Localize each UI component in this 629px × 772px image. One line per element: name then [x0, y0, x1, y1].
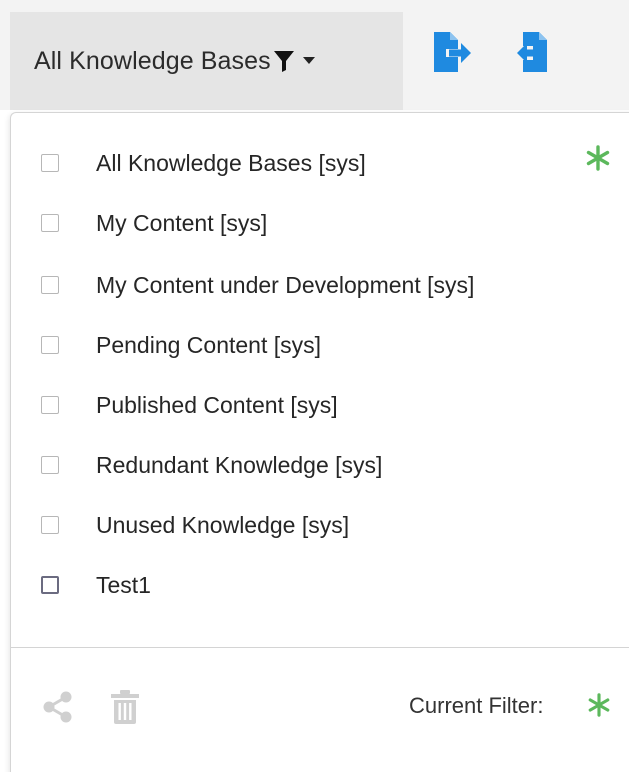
file-export-icon[interactable]	[432, 30, 472, 74]
filter-checkbox[interactable]	[41, 456, 59, 474]
filter-checkbox[interactable]	[41, 276, 59, 294]
filter-option-label: All Knowledge Bases [sys]	[96, 150, 366, 176]
filter-option-test1[interactable]: Test1	[11, 563, 621, 609]
filter-checkbox[interactable]	[41, 396, 59, 414]
filter-option-label: Unused Knowledge [sys]	[96, 512, 350, 538]
chevron-down-icon	[302, 57, 315, 64]
filter-option-my-content[interactable]: My Content [sys]	[11, 201, 621, 247]
asterisk-icon	[586, 145, 610, 171]
filter-option-redundant-knowledge[interactable]: Redundant Knowledge [sys]	[11, 443, 621, 489]
filter-option-my-content-under-development[interactable]: My Content under Development [sys]	[11, 263, 621, 309]
filter-option-label: Test1	[96, 572, 151, 598]
trash-icon[interactable]	[109, 689, 141, 725]
filter-option-unused-knowledge[interactable]: Unused Knowledge [sys]	[11, 503, 621, 549]
filter-dropdown-button[interactable]: All Knowledge Bases	[10, 12, 403, 110]
knowledge-base-filter-page: All Knowledge Bases All Knowledge Bases …	[0, 0, 629, 772]
filter-checkbox[interactable]	[41, 516, 59, 534]
filter-option-pending-content[interactable]: Pending Content [sys]	[11, 323, 621, 369]
filter-checkbox[interactable]	[41, 214, 59, 232]
filter-option-all-knowledge-bases[interactable]: All Knowledge Bases [sys]	[11, 141, 621, 187]
filter-option-label: Published Content [sys]	[96, 392, 338, 418]
filter-dropdown-label: All Knowledge Bases	[34, 46, 271, 75]
filter-option-label: Pending Content [sys]	[96, 332, 322, 358]
asterisk-icon	[588, 693, 610, 717]
filter-option-label: Redundant Knowledge [sys]	[96, 452, 383, 478]
file-import-icon[interactable]	[515, 30, 555, 74]
filter-checkbox[interactable]	[41, 336, 59, 354]
funnel-icon	[273, 51, 294, 72]
divider	[11, 647, 629, 648]
share-icon[interactable]	[43, 691, 73, 723]
filter-checkbox[interactable]	[41, 576, 59, 594]
filter-dropdown-menu: All Knowledge Bases [sys] My Content [sy…	[10, 112, 629, 772]
filter-option-label: My Content [sys]	[96, 210, 268, 236]
filter-option-label: My Content under Development [sys]	[96, 272, 475, 298]
filter-option-published-content[interactable]: Published Content [sys]	[11, 383, 621, 429]
filter-checkbox[interactable]	[41, 154, 59, 172]
current-filter-label: Current Filter:	[409, 693, 544, 718]
toolbar: All Knowledge Bases	[0, 0, 629, 110]
